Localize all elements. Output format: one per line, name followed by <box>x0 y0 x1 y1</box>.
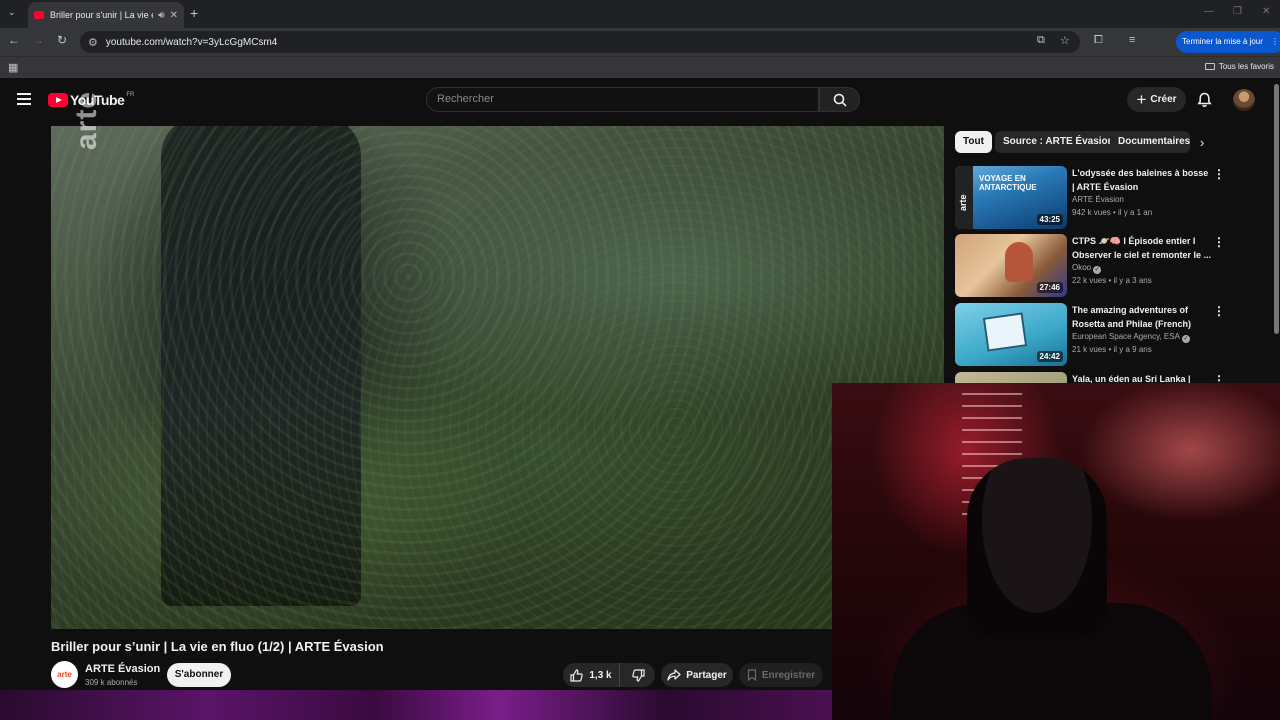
bookmarks-bar: ▦ Tous les favoris <box>0 56 1280 78</box>
verified-icon: ✓ <box>1093 266 1102 274</box>
tab-search-icon[interactable]: ⌄ <box>8 7 16 18</box>
more-options-icon[interactable]: ⋮ <box>1213 304 1225 318</box>
create-label: Créer <box>1150 94 1177 105</box>
duration-badge: 43:25 <box>1036 214 1063 225</box>
related-meta: 942 k vues • il y a 1 an <box>1072 208 1153 217</box>
minimize-icon[interactable]: — <box>1204 6 1214 17</box>
folder-icon <box>1204 63 1215 70</box>
thumbs-up-icon <box>570 668 584 682</box>
related-video[interactable]: arte VOYAGE EN ANTARCTIQUE 43:25 L'odyss… <box>955 166 1225 230</box>
account-avatar[interactable] <box>1233 89 1255 111</box>
video-thumbnail[interactable]: arte VOYAGE EN ANTARCTIQUE 43:25 <box>955 166 1067 229</box>
tab-close-icon[interactable]: ✕ <box>170 10 178 21</box>
search-button[interactable] <box>819 87 860 112</box>
verified-icon: ✓ <box>1181 335 1190 343</box>
browser-tab-bar: ⌄ Briller pour s'unir | La vie en 🔊︎ ✕ +… <box>0 0 1280 28</box>
video-thumbnail[interactable]: 24:42 <box>955 303 1067 366</box>
like-count: 1,3 k <box>589 669 612 681</box>
update-button[interactable]: Terminer la mise à jour ⋮ <box>1176 31 1280 53</box>
more-options-icon[interactable]: ⋮ <box>1213 235 1225 249</box>
all-bookmarks-button[interactable]: Tous les favoris <box>1204 62 1274 71</box>
chip-all[interactable]: Tout <box>955 131 992 153</box>
subscribe-button[interactable]: S'abonner <box>167 663 231 687</box>
update-label: Terminer la mise à jour <box>1182 37 1263 46</box>
webcam-overlay <box>832 383 1280 720</box>
like-button[interactable]: 1,3 k <box>563 663 620 687</box>
site-info-icon[interactable]: ⚙ <box>88 36 98 49</box>
video-frame-foliage <box>51 126 944 629</box>
subscriber-count: 309 k abonnés <box>85 678 138 687</box>
thumb-caption: VOYAGE EN ANTARCTIQUE <box>979 174 1037 192</box>
channel-name[interactable]: ARTE Évasion <box>85 663 160 675</box>
audio-playing-icon[interactable]: 🔊︎ <box>158 10 164 21</box>
forward-icon[interactable]: → <box>29 33 47 47</box>
youtube-favicon-icon <box>34 11 44 19</box>
menu-icon[interactable] <box>17 93 31 105</box>
thumb-logo: arte <box>955 166 973 229</box>
like-dislike-group: 1,3 k <box>563 663 655 687</box>
maximize-icon[interactable]: ❐ <box>1233 6 1242 17</box>
url-text: youtube.com/watch?v=3yLcGgMCsm4 <box>105 36 278 48</box>
window-close-icon[interactable]: ✕ <box>1262 6 1270 17</box>
all-bookmarks-label: Tous les favoris <box>1218 62 1274 71</box>
back-icon[interactable]: ← <box>5 33 23 47</box>
video-player[interactable] <box>51 126 944 629</box>
duration-badge: 24:42 <box>1036 351 1063 362</box>
bookmark-icon <box>747 669 756 681</box>
related-channel: ARTE Évasion <box>1072 195 1124 204</box>
thumbs-down-icon <box>631 668 645 682</box>
browser-menu-icon[interactable]: ⋮ <box>1271 31 1279 53</box>
bookmark-star-icon[interactable]: ☆ <box>1060 34 1070 47</box>
chip-documentaries[interactable]: Documentaires <box>1110 131 1190 153</box>
arte-watermark: arte <box>70 90 103 150</box>
webcam-person-hood <box>967 458 1107 638</box>
duration-badge: 27:46 <box>1036 282 1063 293</box>
related-video[interactable]: 24:42 The amazing adventures of Rosetta … <box>955 303 1225 367</box>
country-code: FR <box>126 92 135 98</box>
video-title: Briller pour s’unir | La vie en fluo (1/… <box>51 639 384 654</box>
install-app-icon[interactable]: ⧉ <box>1037 34 1045 47</box>
related-video[interactable]: 27:46 CTPS 🪐🧠 I Épisode entier I Observe… <box>955 234 1225 298</box>
create-button[interactable]: + Créer <box>1127 87 1186 112</box>
apps-grid-icon[interactable]: ▦ <box>8 61 18 74</box>
related-title: L'odyssée des baleines à bosse | ARTE Év… <box>1072 168 1209 192</box>
thumb-figure <box>982 312 1028 352</box>
video-thumbnail[interactable]: 27:46 <box>955 234 1067 297</box>
share-icon <box>667 669 681 681</box>
notifications-icon[interactable] <box>1197 92 1212 113</box>
related-channel: European Space Agency, ESA ✓ <box>1072 332 1190 343</box>
related-meta: 21 k vues • il y a 9 ans <box>1072 345 1152 354</box>
more-options-icon[interactable]: ⋮ <box>1213 167 1225 181</box>
bottom-overlay-strip <box>0 690 832 720</box>
dislike-button[interactable] <box>621 663 655 687</box>
chevron-right-icon[interactable]: › <box>1200 135 1204 150</box>
new-tab-icon[interactable]: + <box>190 5 198 21</box>
share-button[interactable]: Partager <box>661 663 733 687</box>
related-meta: 22 k vues • il y a 3 ans <box>1072 276 1152 285</box>
related-channel: Okoo ✓ <box>1072 263 1102 274</box>
chip-source-arte[interactable]: Source : ARTE Évasion <box>995 131 1122 153</box>
related-title: The amazing adventures of Rosetta and Ph… <box>1072 305 1192 329</box>
tab-title: Briller pour s'unir | La vie en <box>50 10 154 20</box>
save-label: Enregistrer <box>761 669 816 681</box>
address-bar[interactable]: ⚙ youtube.com/watch?v=3yLcGgMCsm4 <box>80 31 1080 53</box>
reload-icon[interactable]: ↻ <box>53 33 71 47</box>
search-icon <box>833 93 847 107</box>
related-title: CTPS 🪐🧠 I Épisode entier I Observer le c… <box>1072 236 1212 260</box>
browser-tab[interactable]: Briller pour s'unir | La vie en 🔊︎ ✕ <box>28 2 184 28</box>
youtube-play-icon <box>48 93 68 107</box>
save-button[interactable]: Enregistrer <box>739 663 823 687</box>
extensions-icon[interactable]: ⧠ <box>1094 34 1103 47</box>
search-input[interactable]: Rechercher <box>426 87 819 112</box>
page-scrollbar[interactable] <box>1274 84 1279 334</box>
plus-icon: + <box>1136 90 1147 109</box>
channel-avatar[interactable]: arte <box>51 661 78 688</box>
media-control-icon[interactable]: ≡ <box>1129 34 1135 46</box>
thumb-figure <box>1005 242 1033 282</box>
browser-toolbar: ← → ↻ ⚙ youtube.com/watch?v=3yLcGgMCsm4 … <box>0 28 1280 76</box>
share-label: Partager <box>686 669 727 681</box>
